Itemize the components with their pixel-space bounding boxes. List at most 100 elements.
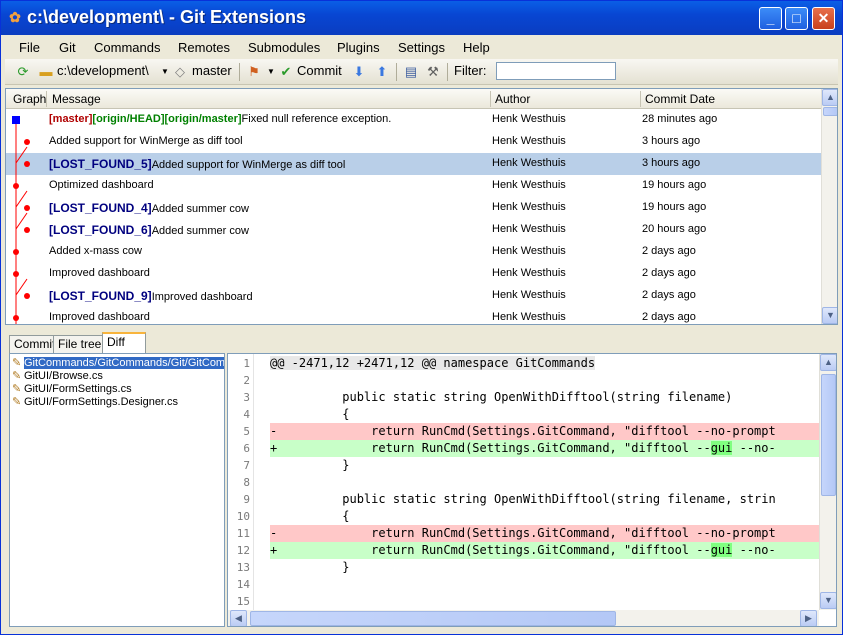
commit-message-text: Improved dashboard [151, 291, 253, 303]
changed-file-item[interactable]: ✎ GitUI/Browse.cs [12, 369, 103, 382]
line-number: 13 [236, 561, 250, 574]
scroll-left-icon[interactable]: ◀ [230, 610, 247, 626]
scroll-up-icon[interactable]: ▲ [822, 89, 837, 106]
diff-line-text: + return RunCmd(Settings.GitCommand, "di… [270, 441, 711, 455]
scroll-right-icon[interactable]: ▶ [800, 610, 817, 626]
revision-grid[interactable]: Graph Message Author Commit Date [master… [5, 88, 838, 325]
path-dropdown-icon[interactable]: ▼ [157, 64, 173, 80]
diff-vscrollbar[interactable]: ▲ ▼ [819, 354, 836, 610]
main-window: ✿ c:\development\ - Git Extensions _ □ ✕… [0, 0, 843, 635]
scroll-up-icon[interactable]: ▲ [820, 354, 836, 371]
menu-file[interactable]: File [19, 40, 40, 55]
menu-help[interactable]: Help [463, 40, 490, 55]
diff-line [270, 576, 820, 593]
diff-line: { [270, 508, 820, 525]
column-divider[interactable] [46, 91, 47, 107]
diff-line-text: - return RunCmd(Settings.GitCommand, "di… [270, 424, 776, 438]
diff-line: @@ -2471,12 +2471,12 @@ namespace GitCom… [270, 355, 820, 372]
commit-row[interactable]: [LOST_FOUND_9]Improved dashboard Henk Wes… [6, 285, 821, 307]
commit-row[interactable]: Optimized dashboard Henk Westhuis 19 hours… [6, 175, 821, 197]
diff-line [270, 593, 820, 610]
commit-row[interactable]: [LOST_FOUND_6]Added summer cow Henk Westh… [6, 219, 821, 241]
menu-commands[interactable]: Commands [94, 40, 160, 55]
file-name: GitUI/FormSettings.cs [24, 383, 132, 395]
commit-date: 2 days ago [642, 311, 696, 323]
diff-word-highlight: gui [710, 543, 733, 557]
commit-message: Improved dashboard [49, 267, 150, 279]
graph-node [24, 227, 30, 233]
diff-word-highlight: gui [710, 441, 733, 455]
repository-path[interactable]: c:\development\ [57, 63, 149, 78]
menu-submodules[interactable]: Submodules [248, 40, 320, 55]
current-branch[interactable]: master [192, 63, 232, 78]
commit-row[interactable]: [master][origin/HEAD][origin/master]Fixe… [6, 109, 821, 131]
push-arrow-icon[interactable]: ⬆ [374, 64, 390, 80]
column-divider[interactable] [490, 91, 491, 107]
column-date[interactable]: Commit Date [645, 92, 715, 106]
changed-file-item[interactable]: ✎GitCommands/GitCommands/Git/GitCommands… [12, 356, 224, 369]
diff-line-text: public static string OpenWithDifftool(st… [270, 492, 776, 506]
scroll-down-icon[interactable]: ▼ [822, 307, 837, 324]
commit-author: Henk Westhuis [492, 201, 566, 213]
column-message[interactable]: Message [52, 92, 101, 106]
commit-message: [LOST_FOUND_5]Added support for WinMerge… [49, 157, 345, 171]
diff-line: + return RunCmd(Settings.GitCommand, "di… [270, 542, 820, 559]
ref-label: [LOST_FOUND_5] [49, 157, 152, 171]
commit-row[interactable]: [LOST_FOUND_4]Added summer cow Henk Westh… [6, 197, 821, 219]
line-number: 8 [243, 476, 250, 489]
toolbar-separator [447, 63, 448, 81]
graph-node [13, 271, 19, 277]
diff-line-text: public static string OpenWithDifftool(st… [270, 390, 733, 404]
scroll-thumb[interactable] [821, 374, 836, 496]
diff-hscrollbar[interactable]: ◀ ▶ [228, 610, 819, 626]
changed-file-item[interactable]: ✎ GitUI/FormSettings.cs [12, 382, 132, 395]
graph-edge [15, 212, 28, 230]
commit-row[interactable]: Added support for WinMerge as diff tool H… [6, 131, 821, 153]
menu-plugins[interactable]: Plugins [337, 40, 380, 55]
commit-row[interactable]: Improved dashboard Henk Westhuis 2 days ag… [6, 307, 821, 324]
changed-files-list[interactable]: ✎GitCommands/GitCommands/Git/GitCommands… [9, 353, 225, 627]
file-name: GitCommands/GitCommands/Git/GitCommands.… [24, 357, 224, 369]
filter-input[interactable] [496, 62, 616, 80]
menu-remotes[interactable]: Remotes [178, 40, 230, 55]
column-author[interactable]: Author [495, 92, 530, 106]
scroll-down-icon[interactable]: ▼ [820, 592, 836, 609]
diff-line [270, 372, 820, 389]
changed-file-item[interactable]: ✎ GitUI/FormSettings.Designer.cs [12, 395, 178, 408]
ref-label: [origin/HEAD] [92, 113, 165, 125]
branches-icon[interactable]: ⚑ [246, 64, 262, 80]
maximize-button[interactable]: □ [785, 7, 808, 30]
menu-git[interactable]: Git [59, 40, 76, 55]
commit-row[interactable]: Improved dashboard Henk Westhuis 2 days ag… [6, 263, 821, 285]
toolbar: ⟳ ▬ c:\development\ ▼ ◇ master ⚑ ▼ ✔ Com… [5, 59, 838, 85]
diff-line: public static string OpenWithDifftool(st… [270, 389, 820, 406]
tab-file-tree[interactable]: File tree [53, 335, 107, 353]
commit-message: [LOST_FOUND_6]Added summer cow [49, 223, 249, 237]
settings-tools-icon[interactable]: ⚒ [425, 64, 441, 80]
grid-scrollbar[interactable]: ▲ ▼ [821, 89, 837, 324]
commit-date: 19 hours ago [642, 201, 707, 213]
scroll-thumb[interactable] [823, 107, 837, 116]
diff-line-text: } [270, 560, 350, 574]
column-divider[interactable] [640, 91, 641, 107]
line-number: 2 [243, 374, 250, 387]
diff-line-text: { [270, 509, 350, 523]
commit-author: Henk Westhuis [492, 113, 566, 125]
stash-icon[interactable]: ▤ [403, 64, 419, 80]
graph-node [24, 293, 30, 299]
close-button[interactable]: ✕ [812, 7, 835, 30]
commit-button[interactable]: Commit [297, 63, 342, 78]
diff-viewer[interactable]: 1 2 3 4 5 6 7 8 9 10 11 12 13 14 15 @@ -2471,12 +2471,… [227, 353, 837, 627]
tab-diff[interactable]: Diff [102, 332, 146, 354]
menu-settings[interactable]: Settings [398, 40, 445, 55]
refresh-icon[interactable]: ⟳ [15, 64, 31, 80]
commit-row[interactable]: Added x-mass cow Henk Westhuis 2 days ago [6, 241, 821, 263]
diff-line-text: @@ -2471,12 +2471,12 @@ namespace GitCom… [270, 356, 596, 370]
commit-row[interactable]: [LOST_FOUND_5]Added support for WinMerge… [6, 153, 821, 175]
scroll-thumb[interactable] [250, 611, 616, 626]
branches-dropdown-icon[interactable]: ▼ [263, 64, 279, 80]
pull-arrow-icon[interactable]: ⬇ [351, 64, 367, 80]
column-graph[interactable]: Graph [13, 92, 46, 106]
ref-label: [LOST_FOUND_4] [49, 201, 152, 215]
minimize-button[interactable]: _ [759, 7, 782, 30]
